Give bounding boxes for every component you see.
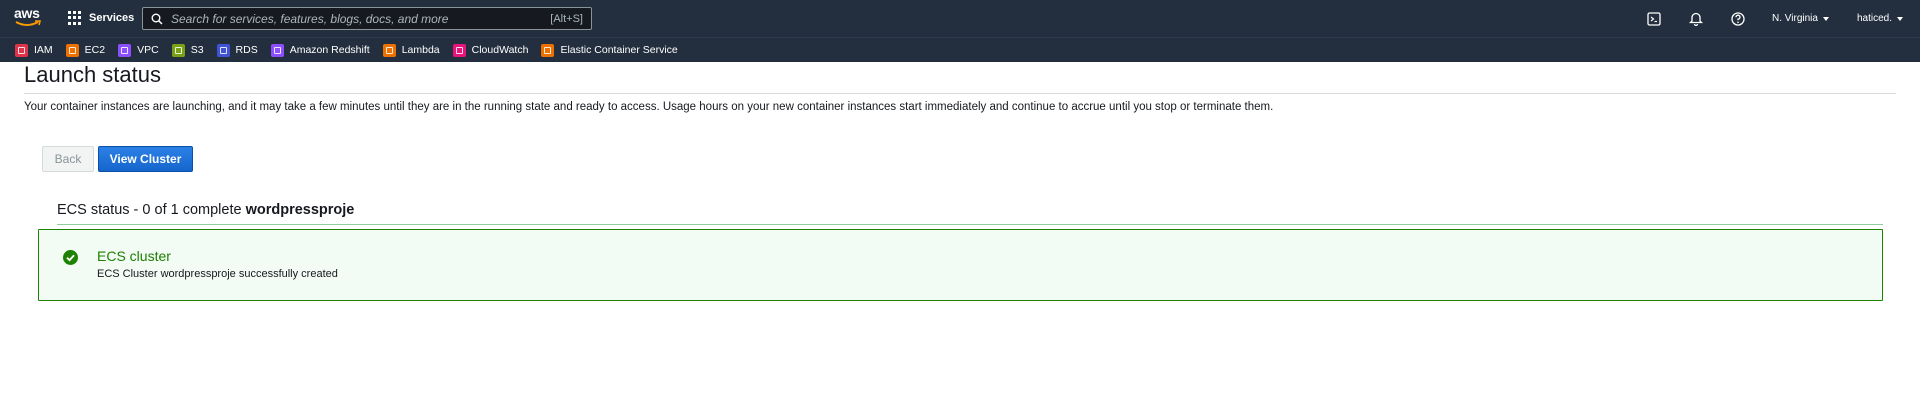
- notifications-bell-icon[interactable]: [1688, 11, 1704, 27]
- services-menu-button[interactable]: Services: [68, 8, 134, 28]
- search-shortcut-hint: [Alt+S]: [550, 12, 583, 25]
- title-divider: [24, 93, 1896, 94]
- rds-icon: [216, 43, 230, 57]
- ecs-status-progress: ECS status - 0 of 1 complete: [57, 202, 246, 218]
- account-menu[interactable]: haticed.: [1857, 13, 1903, 24]
- favorite-ec2[interactable]: EC2: [65, 43, 106, 57]
- aws-logo-text: aws: [14, 5, 40, 21]
- cloudwatch-icon: [452, 43, 466, 57]
- favorite-label: Lambda: [401, 44, 440, 56]
- favorite-label: IAM: [34, 44, 53, 56]
- favorite-label: S3: [190, 44, 204, 56]
- search-icon: [151, 13, 163, 25]
- favorites-bar: IAM EC2 VPC S3 RDS Amazon Redshift Lambd…: [0, 37, 1920, 62]
- favorite-label: Amazon Redshift: [289, 44, 370, 56]
- favorite-label: CloudWatch: [471, 44, 529, 56]
- services-label: Services: [89, 12, 135, 24]
- ecs-status-cluster-name: wordpressproje: [245, 202, 355, 218]
- view-cluster-button[interactable]: View Cluster: [98, 146, 193, 172]
- success-check-icon: [63, 250, 78, 265]
- search-bar[interactable]: [Alt+S]: [142, 7, 592, 30]
- vpc-icon: [118, 43, 132, 57]
- s3-icon: [171, 43, 185, 57]
- help-icon[interactable]: [1730, 11, 1746, 27]
- top-right-controls: N. Virginia haticed.: [1646, 0, 1920, 37]
- aws-logo[interactable]: aws: [14, 6, 44, 28]
- favorite-iam[interactable]: IAM: [15, 43, 53, 57]
- favorite-label: EC2: [84, 44, 106, 56]
- favorite-cloudwatch[interactable]: CloudWatch: [452, 43, 529, 57]
- favorite-amazon-redshift[interactable]: Amazon Redshift: [270, 43, 370, 57]
- favorite-s3[interactable]: S3: [171, 43, 204, 57]
- grid-icon: [68, 11, 82, 25]
- result-detail: ECS Cluster wordpressproje successfully …: [97, 268, 338, 280]
- status-divider: [57, 224, 1883, 225]
- favorite-elastic-container-service[interactable]: Elastic Container Service: [541, 43, 678, 57]
- favorite-rds[interactable]: RDS: [216, 43, 258, 57]
- result-title: ECS cluster: [97, 248, 171, 264]
- ecs-status-heading: ECS status - 0 of 1 complete wordpresspr…: [57, 202, 354, 218]
- favorite-lambda[interactable]: Lambda: [382, 43, 440, 57]
- cloudshell-icon[interactable]: [1646, 11, 1662, 27]
- chevron-down-icon: [1822, 16, 1829, 21]
- search-input[interactable]: [171, 11, 551, 26]
- lambda-icon: [382, 43, 396, 57]
- page-title: Launch status: [24, 62, 161, 87]
- chevron-down-icon: [1897, 16, 1903, 21]
- redshift-icon: [270, 43, 284, 57]
- favorite-label: Elastic Container Service: [560, 44, 678, 56]
- region-label: N. Virginia: [1772, 13, 1818, 24]
- ecs-cluster-result-panel: ECS cluster ECS Cluster wordpressproje s…: [38, 229, 1883, 301]
- favorite-vpc[interactable]: VPC: [118, 43, 159, 57]
- ec2-icon: [65, 43, 79, 57]
- top-navigation-bar: aws Services [Alt+S]: [0, 0, 1920, 37]
- aws-smile-icon: [15, 20, 42, 26]
- account-label: haticed.: [1856, 13, 1892, 24]
- back-button[interactable]: Back: [42, 146, 94, 172]
- region-selector[interactable]: N. Virginia: [1772, 13, 1829, 24]
- favorite-label: VPC: [137, 44, 159, 56]
- launch-description: Your container instances are launching, …: [24, 101, 1274, 113]
- iam-icon: [15, 43, 28, 57]
- ecs-icon: [541, 43, 555, 57]
- favorite-label: RDS: [235, 44, 258, 56]
